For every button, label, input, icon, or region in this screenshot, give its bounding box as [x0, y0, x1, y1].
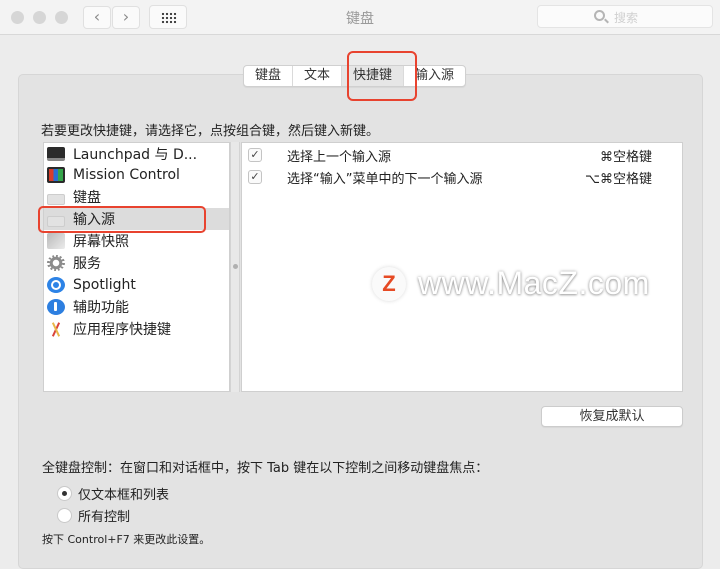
radio-all-controls[interactable]: 所有控制 — [57, 506, 130, 525]
instruction-text: 若要更改快捷键，请选择它，点按组合键，然后键入新键。 — [41, 124, 380, 139]
radio-button-selected[interactable] — [57, 486, 72, 501]
tab-keyboard[interactable]: 键盘 — [244, 66, 294, 86]
screenshot-icon — [47, 233, 65, 249]
radio-text-boxes-lists[interactable]: 仅文本框和列表 — [57, 484, 169, 503]
category-item-keyboard[interactable]: 键盘 — [44, 186, 229, 208]
shortcut-key[interactable]: ⌘空格键 — [600, 146, 652, 165]
shortcut-description: 选择“输入”菜单中的下一个输入源 — [287, 171, 483, 187]
category-item-launchpad[interactable]: Launchpad 与 D... — [44, 143, 229, 165]
category-list[interactable]: Launchpad 与 D... Mission Control 键盘 输入源 … — [43, 142, 230, 392]
category-item-accessibility[interactable]: 辅助功能 — [44, 296, 229, 318]
category-label: 屏幕快照 — [73, 234, 129, 250]
category-item-services[interactable]: 服务 — [44, 252, 229, 274]
spotlight-icon — [47, 277, 65, 293]
shortcut-checkbox[interactable]: ✓ — [248, 148, 262, 162]
category-item-app-shortcuts[interactable]: 应用程序快捷键 — [44, 318, 229, 340]
split-view-divider[interactable] — [230, 142, 240, 392]
category-label: 键盘 — [73, 190, 101, 206]
watermark-logo-icon: Z — [372, 266, 406, 301]
watermark: Z www.MacZ.com — [372, 265, 650, 302]
app-shortcuts-icon — [47, 321, 65, 337]
shortcut-row[interactable]: ✓ 选择“输入”菜单中的下一个输入源 ⌥⌘空格键 — [242, 166, 682, 188]
category-label: Mission Control — [73, 167, 180, 183]
tab-highlight-annotation — [347, 51, 417, 101]
full-keyboard-access-label: 全键盘控制：在窗口和对话框中，按下 Tab 键在以下控制之间移动键盘焦点： — [42, 461, 489, 476]
keyboard-icon — [47, 193, 65, 205]
category-item-screenshots[interactable]: 屏幕快照 — [44, 230, 229, 252]
category-label: Spotlight — [73, 277, 136, 293]
category-highlight-annotation — [38, 206, 206, 233]
shortcut-key[interactable]: ⌥⌘空格键 — [585, 168, 652, 187]
watermark-text: www.MacZ.com — [418, 265, 650, 301]
search-icon — [594, 10, 605, 21]
shortcut-row[interactable]: ✓ 选择上一个输入源 ⌘空格键 — [242, 144, 682, 166]
shortcut-checkbox[interactable]: ✓ — [248, 170, 262, 184]
category-item-spotlight[interactable]: Spotlight — [44, 274, 229, 296]
tab-text[interactable]: 文本 — [293, 66, 343, 86]
radio-button[interactable] — [57, 508, 72, 523]
category-label: 辅助功能 — [73, 300, 129, 316]
search-field[interactable]: 搜索 — [537, 5, 713, 28]
shortcut-description: 选择上一个输入源 — [287, 149, 392, 165]
radio-label: 所有控制 — [78, 510, 131, 525]
accessibility-icon — [47, 299, 65, 315]
category-label: 服务 — [73, 256, 101, 272]
category-label: Launchpad 与 D... — [73, 147, 198, 163]
radio-label: 仅文本框和列表 — [78, 488, 170, 503]
search-placeholder: 搜索 — [614, 11, 639, 25]
mission-control-icon — [47, 167, 65, 183]
launchpad-icon — [47, 147, 65, 161]
divider-handle-icon — [233, 264, 238, 269]
restore-defaults-button[interactable]: 恢复成默认 — [541, 406, 683, 427]
gear-icon — [47, 255, 65, 271]
category-item-mission-control[interactable]: Mission Control — [44, 164, 229, 186]
category-label: 应用程序快捷键 — [73, 322, 171, 338]
shortcut-hint-text: 按下 Control+F7 来更改此设置。 — [42, 533, 211, 546]
title-bar: ‹ › 键盘 搜索 — [0, 0, 720, 35]
